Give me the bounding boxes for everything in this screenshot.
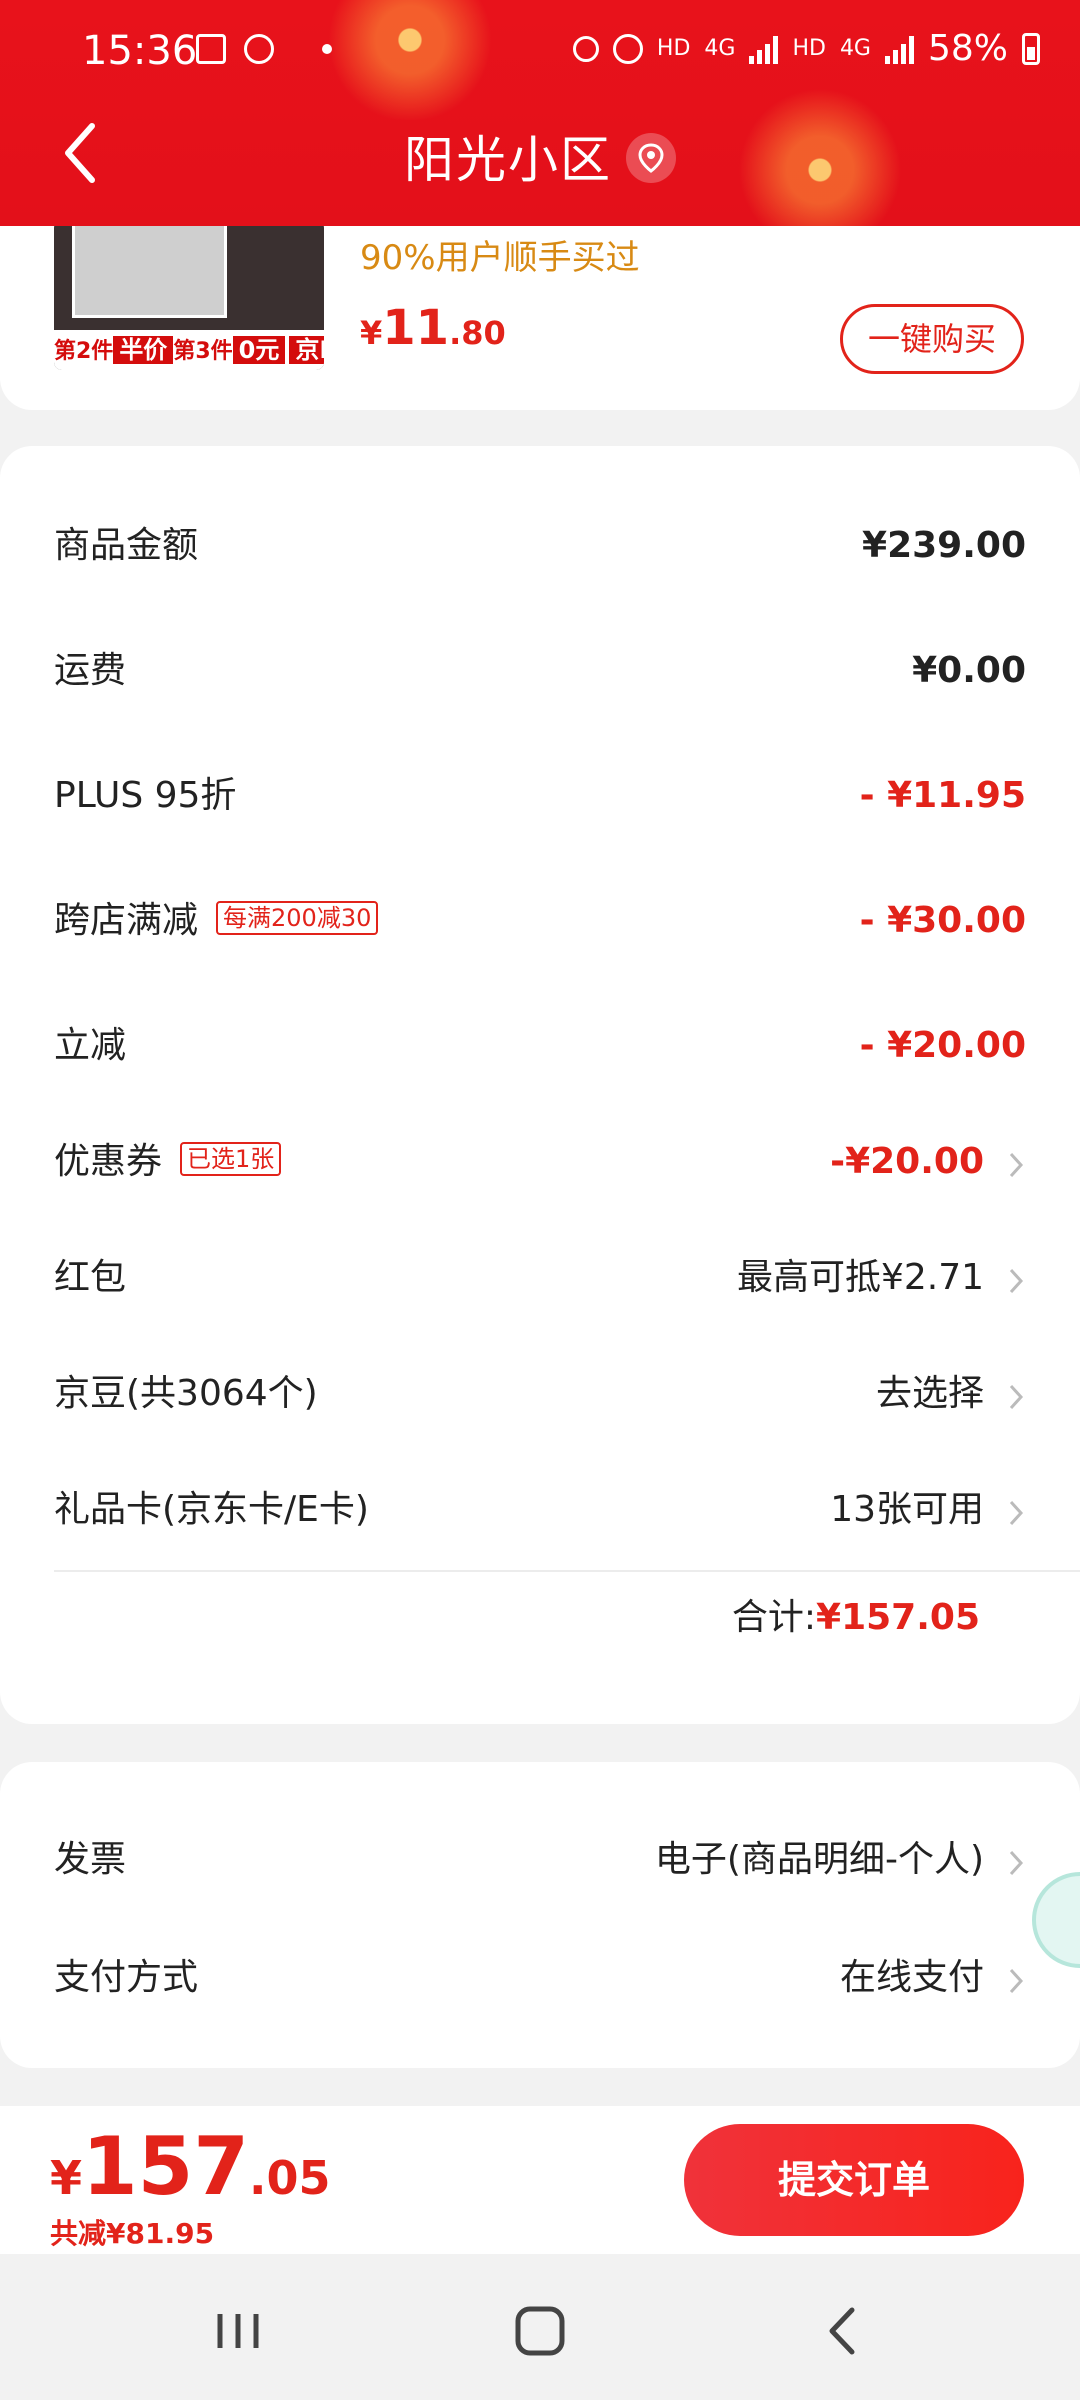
row-label: 立减 [54, 1025, 127, 1066]
payment-method-row[interactable]: 支付方式 在线支付 [54, 1948, 1026, 2008]
row-value: 在线支付 [839, 1957, 984, 1998]
row-value: - ¥11.95 [859, 775, 1026, 816]
row-value: ¥239.00 [862, 525, 1026, 566]
summary-row-instant-discount: 立减 - ¥20.00 [54, 1016, 1026, 1076]
promo-badge: 每满200减30 [216, 901, 379, 935]
nav-back-button[interactable] [802, 2296, 882, 2366]
row-value: 13张可用 [830, 1489, 984, 1530]
network-label: HD [656, 36, 691, 61]
row-label: 京豆(共3064个) [54, 1373, 318, 1414]
product-tagline: 90%用户顺手买过 [360, 238, 640, 278]
summary-row-goods-amount: 商品金额 ¥239.00 [54, 516, 1026, 576]
page-title: 阳光小区 [404, 131, 612, 189]
summary-total: 合计:¥157.05 [732, 1588, 980, 1648]
row-label: 发票 [54, 1839, 127, 1880]
back-icon [829, 2307, 855, 2355]
chevron-right-icon [1006, 1380, 1026, 1410]
summary-row-shipping: 运费 ¥0.00 [54, 641, 1026, 701]
total-saved: 共减¥81.95 [50, 2217, 215, 2250]
signal-icon [749, 34, 779, 64]
row-label: 礼品卡(京东卡/E卡) [54, 1489, 369, 1530]
row-value: 电子(商品明细-个人) [654, 1839, 984, 1880]
order-summary-card: 商品金额 ¥239.00 运费 ¥0.00 PLUS 95折 - ¥11.95 … [0, 446, 1080, 1724]
row-value: -¥20.00 [830, 1141, 984, 1182]
row-label: 优惠券 [54, 1141, 163, 1182]
battery-percent: 58% [927, 28, 1008, 69]
chevron-right-icon [1006, 1148, 1026, 1178]
recent-apps-icon [217, 2314, 259, 2348]
summary-row-gift-card[interactable]: 礼品卡(京东卡/E卡) 13张可用 [54, 1480, 1026, 1540]
pay-amount: ¥157.05 [50, 2120, 331, 2213]
recycle-icon [572, 35, 599, 62]
system-nav-bar [0, 2254, 1080, 2400]
battery-icon [1022, 32, 1040, 65]
row-label: 运费 [54, 650, 127, 691]
summary-row-coupon[interactable]: 优惠券 已选1张 -¥20.00 [54, 1132, 1026, 1192]
total-label: 合计: [731, 1597, 817, 1638]
chevron-right-icon [1006, 1496, 1026, 1526]
summary-row-red-packet[interactable]: 红包 最高可抵¥2.71 [54, 1248, 1026, 1308]
chevron-right-icon [1006, 1264, 1026, 1294]
gallery-icon [196, 34, 226, 64]
summary-row-plus-discount: PLUS 95折 - ¥11.95 [54, 766, 1026, 826]
network-label: 4G [704, 36, 736, 61]
home-icon [515, 2306, 565, 2356]
divider [54, 1570, 1080, 1572]
row-label: 支付方式 [54, 1957, 199, 1998]
checkout-bar: ¥157.05 共减¥81.95 提交订单 [0, 2106, 1080, 2254]
status-time: 15:36 [82, 28, 198, 74]
row-value: - ¥20.00 [859, 1025, 1026, 1066]
product-price: ¥11.80 [360, 300, 506, 356]
one-click-buy-button[interactable]: 一键购买 [840, 304, 1024, 374]
product-image[interactable]: 第2件半价第3件0元京D派送 [54, 220, 324, 370]
summary-row-jd-beans[interactable]: 京豆(共3064个) 去选择 [54, 1364, 1026, 1424]
product-image-banner: 第2件半价第3件0元京D派送 [54, 330, 324, 370]
recent-apps-button[interactable] [198, 2296, 278, 2366]
notification-dot-icon [322, 44, 332, 54]
invoice-payment-card: 发票 电子(商品明细-个人) 支付方式 在线支付 [0, 1762, 1080, 2068]
alarm-icon [612, 33, 643, 64]
row-value: 去选择 [875, 1373, 984, 1414]
submit-order-button[interactable]: 提交订单 [684, 2124, 1024, 2236]
app-notification-icon [244, 34, 274, 64]
row-value: - ¥30.00 [859, 900, 1026, 941]
home-button[interactable] [500, 2296, 580, 2366]
row-label: PLUS 95折 [54, 775, 237, 816]
total-value: ¥157.05 [816, 1597, 980, 1638]
location-pin-icon[interactable] [626, 132, 676, 183]
row-label: 红包 [54, 1257, 127, 1298]
row-value: ¥0.00 [912, 650, 1026, 691]
header: 15:36 HD 4G HD 4G 58% 阳光小区 [0, 0, 1080, 226]
chevron-right-icon [1006, 1846, 1026, 1876]
coupon-badge: 已选1张 [180, 1142, 282, 1176]
summary-row-cross-store: 跨店满减 每满200减30 - ¥30.00 [54, 891, 1026, 951]
invoice-row[interactable]: 发票 电子(商品明细-个人) [54, 1830, 1026, 1890]
network-label: 4G [839, 36, 871, 61]
row-value: 最高可抵¥2.71 [736, 1257, 984, 1298]
status-bar: 15:36 HD 4G HD 4G 58% [0, 22, 1080, 82]
chevron-right-icon [1006, 1964, 1026, 1994]
row-label: 商品金额 [54, 525, 199, 566]
network-label: HD [792, 36, 826, 61]
row-label: 跨店满减 [54, 900, 199, 941]
signal-icon [884, 34, 914, 64]
